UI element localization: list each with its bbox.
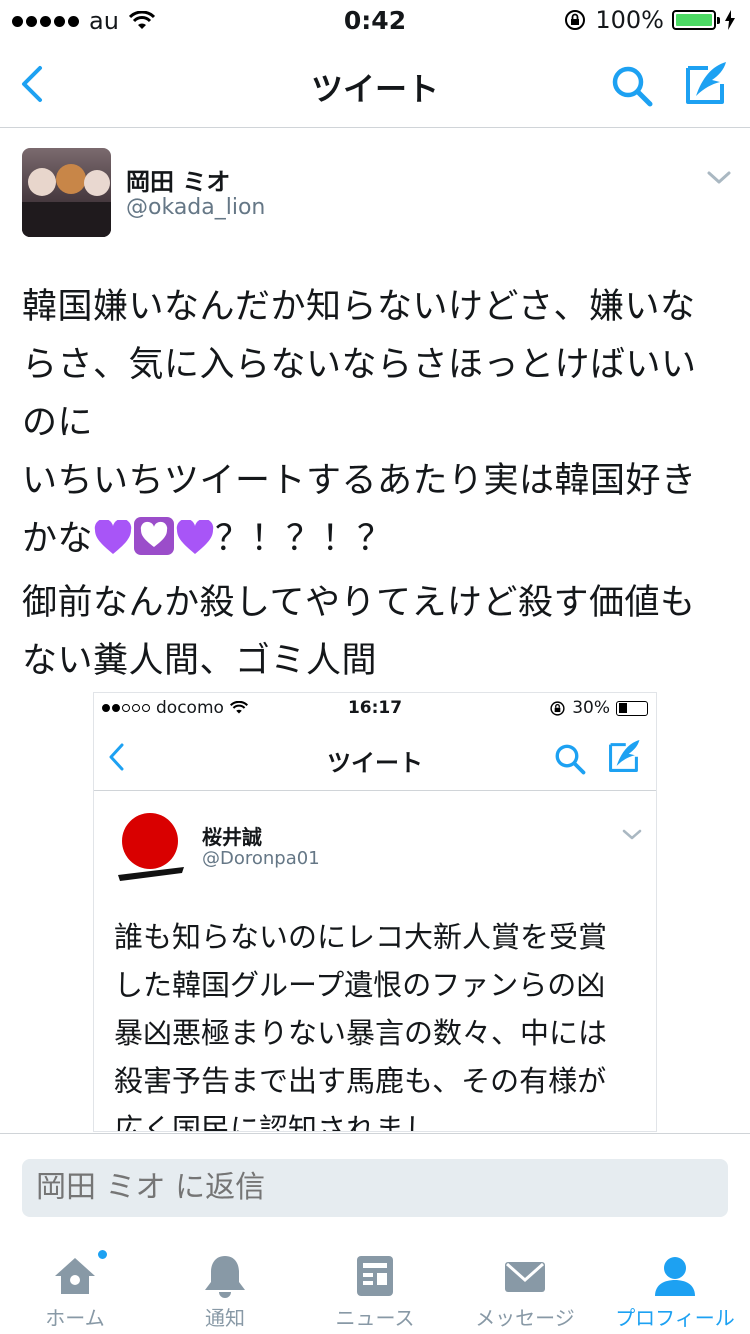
tab-news[interactable]: ニュース — [300, 1238, 450, 1334]
reply-bar — [0, 1133, 750, 1233]
nav-bar: ツイート — [0, 40, 750, 128]
embedded-author-name: 桜井誠 — [202, 825, 262, 849]
tab-label: ホーム — [45, 1306, 105, 1330]
tab-notifications[interactable]: 通知 — [150, 1238, 300, 1334]
embedded-image[interactable]: docomo 16:17 30% ツイート 桜井誠 @Doronpa01 誰も知… — [93, 692, 657, 1132]
home-icon — [55, 1258, 95, 1294]
purple-heart-icon — [176, 518, 214, 554]
orientation-lock-icon — [550, 700, 565, 716]
embedded-status-right: 30% — [549, 698, 648, 718]
chevron-down-icon — [622, 829, 642, 840]
embedded-nav-bar: ツイート — [94, 723, 656, 791]
status-right: 100% — [563, 6, 736, 34]
avatar-face — [56, 164, 86, 194]
heart-emojis — [93, 516, 215, 574]
tab-label: プロフィール — [615, 1306, 735, 1330]
chevron-down-icon[interactable] — [706, 170, 732, 186]
orientation-lock-icon — [565, 10, 586, 30]
heart-box-icon — [134, 517, 175, 555]
avatar-shadow — [22, 202, 111, 237]
compose-icon — [609, 740, 640, 772]
tab-profile[interactable]: プロフィール — [600, 1238, 750, 1334]
news-icon — [357, 1256, 393, 1296]
tab-label: メッセージ — [475, 1306, 575, 1330]
embedded-tweet-text: 誰も知らないのにレコ大新人賞を受賞した韓国グループ遺恨のファンらの凶暴凶悪極まり… — [114, 920, 608, 1132]
purple-heart-icon — [94, 518, 132, 554]
battery-icon — [616, 700, 648, 716]
avatar-face — [28, 168, 56, 196]
tweet-text: 韓国嫌いなんだか知らないけどさ、嫌いならさ、気に入らないならさほっとけばいいのに… — [22, 278, 728, 690]
charging-icon — [725, 10, 735, 30]
embedded-status-bar: docomo 16:17 30% — [94, 693, 656, 723]
embedded-avatar — [118, 813, 184, 881]
tab-home[interactable]: ホーム — [0, 1238, 150, 1334]
compose-icon[interactable] — [682, 58, 732, 108]
tab-bar: ホーム 通知 ニュース メッセージ プロフィール — [0, 1238, 750, 1334]
avatar[interactable] — [22, 148, 111, 237]
status-bar: au 0:42 100% — [0, 0, 750, 40]
reply-input[interactable] — [22, 1159, 728, 1217]
embedded-author-handle: @Doronpa01 — [202, 848, 320, 869]
notification-dot — [96, 1248, 109, 1261]
envelope-icon — [505, 1262, 545, 1292]
battery-icon — [672, 10, 720, 30]
profile-icon — [655, 1257, 695, 1296]
battery-percent: 100% — [595, 6, 664, 34]
bell-icon — [205, 1256, 245, 1298]
author-handle[interactable]: @okada_lion — [126, 195, 265, 220]
tab-label: ニュース — [335, 1306, 415, 1330]
author-name[interactable]: 岡田 ミオ — [126, 162, 230, 197]
embedded-battery-percent: 30% — [572, 698, 610, 718]
tab-label: 通知 — [205, 1306, 245, 1330]
search-icon[interactable] — [608, 62, 656, 110]
search-icon — [555, 744, 586, 775]
avatar-face — [84, 170, 110, 196]
tab-messages[interactable]: メッセージ — [450, 1238, 600, 1334]
